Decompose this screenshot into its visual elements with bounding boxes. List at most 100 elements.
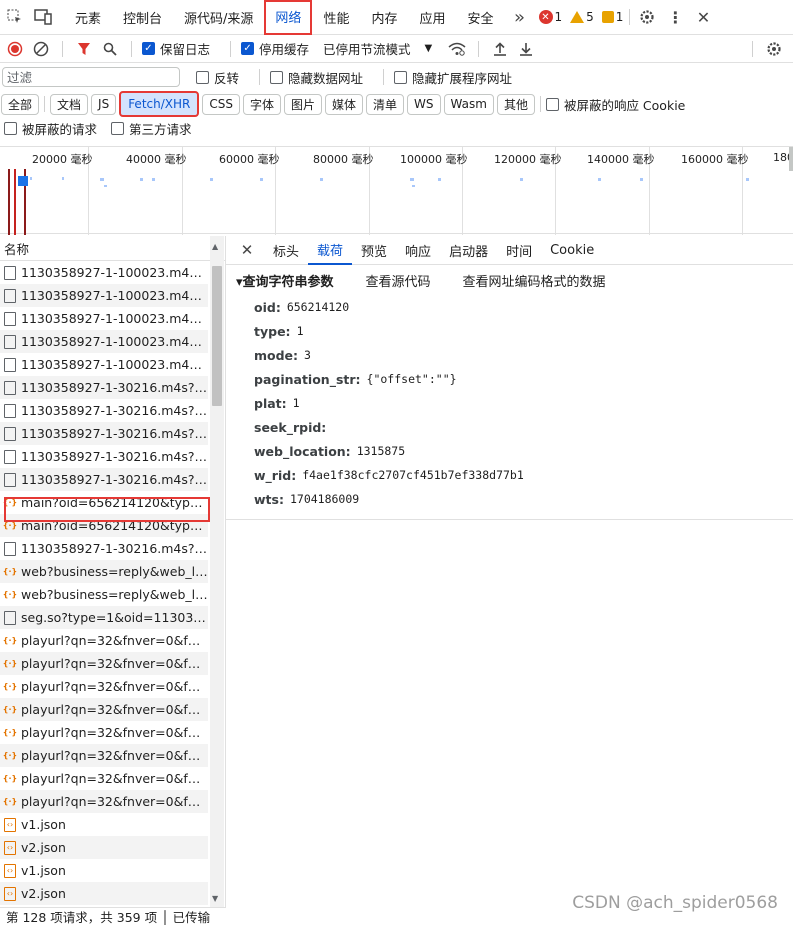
more-tabs-icon[interactable]: »: [509, 6, 531, 28]
scrollbar-thumb[interactable]: [212, 266, 222, 406]
network-settings-gear-icon[interactable]: [763, 38, 785, 60]
device-toolbar-icon[interactable]: [32, 6, 54, 28]
request-row[interactable]: seg.so?type=1&oid=1130358...: [0, 606, 208, 629]
tab-security[interactable]: 安全: [456, 0, 504, 35]
query-string-params-toggle[interactable]: ▾查询字符串参数: [236, 271, 334, 290]
view-source-link[interactable]: 查看源代码: [366, 271, 431, 290]
type-wasm-button[interactable]: Wasm: [443, 93, 494, 115]
import-har-icon[interactable]: [489, 38, 511, 60]
request-row[interactable]: ‹› v1.json: [0, 859, 208, 882]
view-url-encoded-link[interactable]: 查看网址编码格式的数据: [463, 271, 606, 290]
document-icon: [4, 288, 16, 303]
close-devtools-icon[interactable]: ✕: [692, 6, 714, 28]
request-row[interactable]: {·} playurl?qn=32&fnver=0&fnv...: [0, 744, 208, 767]
request-row[interactable]: 1130358927-1-30216.m4s?e=...: [0, 422, 208, 445]
network-overview-timeline[interactable]: 20000 毫秒 40000 毫秒 60000 毫秒 80000 毫秒 1000…: [0, 146, 793, 235]
type-js-button[interactable]: JS: [91, 93, 117, 115]
request-row[interactable]: {·} playurl?qn=32&fnver=0&fnv...: [0, 675, 208, 698]
request-row[interactable]: ‹› v1.json: [0, 813, 208, 836]
network-conditions-wifi-icon[interactable]: [446, 38, 468, 60]
tab-performance[interactable]: 性能: [312, 0, 360, 35]
request-row[interactable]: 1130358927-1-100023.m4s?e...: [0, 353, 208, 376]
type-img-button[interactable]: 图片: [284, 93, 323, 115]
export-har-icon[interactable]: [515, 38, 537, 60]
search-icon[interactable]: [99, 38, 121, 60]
stop-recording-icon[interactable]: [4, 38, 26, 60]
request-row[interactable]: {·} playurl?qn=32&fnver=0&fnv...: [0, 698, 208, 721]
request-row[interactable]: ‹› v2.json: [0, 882, 208, 905]
request-row[interactable]: 1130358927-1-30216.m4s?ag...: [0, 468, 208, 491]
timeline-scroll-handle[interactable]: [789, 147, 793, 171]
tab-headers[interactable]: 标头: [264, 236, 308, 265]
invert-checkbox[interactable]: 反转: [196, 68, 239, 87]
request-row[interactable]: 1130358927-1-30216.m4s?ag...: [0, 445, 208, 468]
request-list-pane: 名称 1130358927-1-100023.m4s?e... 113035892…: [0, 236, 226, 907]
warning-count-badge[interactable]: 5: [570, 10, 594, 24]
request-name: 1130358927-1-30216.m4s?e=...: [21, 403, 208, 418]
tab-elements[interactable]: 元素: [64, 0, 112, 35]
request-row[interactable]: {·} playurl?qn=32&fnver=0&fnv...: [0, 721, 208, 744]
request-list-scrollbar[interactable]: ▲ ▼: [210, 236, 224, 907]
request-row[interactable]: {·} main?oid=656214120&type=...: [0, 491, 208, 514]
column-header-name[interactable]: 名称: [0, 236, 225, 261]
request-bar: [320, 178, 323, 181]
type-other-button[interactable]: 其他: [496, 93, 535, 115]
tab-network[interactable]: 网络: [264, 0, 313, 35]
tab-sources[interactable]: 源代码/来源: [173, 0, 264, 35]
request-row[interactable]: ‹› v2.json: [0, 836, 208, 859]
scroll-up-arrow-icon[interactable]: ▲: [212, 242, 218, 251]
request-row[interactable]: 1130358927-1-100023.m4s?e...: [0, 307, 208, 330]
tab-payload[interactable]: 载荷: [308, 236, 353, 265]
throttling-select[interactable]: 已停用节流模式 ▼: [323, 39, 432, 58]
type-manifest-button[interactable]: 清单: [366, 93, 405, 115]
kebab-menu-icon[interactable]: ⋮: [664, 6, 686, 28]
tab-cookies[interactable]: Cookie: [541, 236, 603, 265]
tab-timing[interactable]: 时间: [497, 236, 541, 265]
hide-data-urls-checkbox[interactable]: 隐藏数据网址: [270, 68, 363, 87]
third-party-requests-checkbox[interactable]: 第三方请求: [111, 119, 192, 138]
document-icon: [4, 426, 16, 441]
request-row[interactable]: 1130358927-1-30216.m4s?e=...: [0, 399, 208, 422]
tab-application[interactable]: 应用: [408, 0, 456, 35]
type-css-button[interactable]: CSS: [202, 93, 240, 115]
type-all-button[interactable]: 全部: [1, 93, 40, 115]
request-row[interactable]: {·} playurl?qn=32&fnver=0&fnv...: [0, 629, 208, 652]
request-row[interactable]: 1130358927-1-100023.m4s?e...: [0, 284, 208, 307]
type-doc-button[interactable]: 文档: [50, 93, 89, 115]
type-media-button[interactable]: 媒体: [325, 93, 364, 115]
scroll-down-arrow-icon[interactable]: ▼: [212, 894, 218, 903]
request-row[interactable]: {·} playurl?qn=32&fnver=0&fnv...: [0, 652, 208, 675]
preserve-log-checkbox[interactable]: ✓ 保留日志: [142, 39, 210, 58]
type-ws-button[interactable]: WS: [407, 93, 441, 115]
tab-memory[interactable]: 内存: [360, 0, 408, 35]
request-row[interactable]: {·} web?business=reply&web_lo...: [0, 560, 208, 583]
tab-response[interactable]: 响应: [396, 236, 440, 265]
settings-gear-icon[interactable]: [636, 6, 658, 28]
filter-input[interactable]: [2, 67, 180, 87]
request-row[interactable]: {·} playurl?qn=32&fnver=0&fnv...: [0, 790, 208, 813]
request-row[interactable]: {·} main?oid=656214120&type=...: [0, 514, 208, 537]
hide-extension-urls-checkbox[interactable]: 隐藏扩展程序网址: [394, 68, 512, 87]
request-row[interactable]: {·} web?business=reply&web_lo...: [0, 583, 208, 606]
error-count-badge[interactable]: ✕ 1: [538, 10, 562, 24]
tab-preview[interactable]: 预览: [352, 236, 396, 265]
type-font-button[interactable]: 字体: [242, 93, 281, 115]
filter-funnel-icon[interactable]: [73, 38, 95, 60]
request-row[interactable]: 1130358927-1-30216.m4s?e=...: [0, 537, 208, 560]
info-count-badge[interactable]: 1: [601, 10, 623, 24]
inspect-element-icon[interactable]: [4, 6, 26, 28]
request-row[interactable]: 1130358927-1-100023.m4s?e...: [0, 330, 208, 353]
blocked-requests-checkbox[interactable]: 被屏蔽的请求: [4, 119, 97, 138]
tab-initiator[interactable]: 启动器: [440, 236, 497, 265]
tab-console[interactable]: 控制台: [112, 0, 173, 35]
disable-cache-checkbox[interactable]: ✓ 停用缓存: [241, 39, 309, 58]
close-detail-icon[interactable]: ✕: [236, 239, 258, 261]
request-row[interactable]: 1130358927-1-30216.m4s?ag...: [0, 376, 208, 399]
request-row[interactable]: 1130358927-1-100023.m4s?e...: [0, 261, 208, 284]
clear-log-icon[interactable]: [30, 38, 52, 60]
checkmark-icon: ✓: [241, 42, 255, 55]
request-row[interactable]: {·} playurl?qn=32&fnver=0&fnv...: [0, 767, 208, 790]
param-value: {"offset":""}: [366, 372, 457, 386]
type-fetch-xhr-button[interactable]: Fetch/XHR: [119, 91, 200, 117]
blocked-response-cookies-checkbox[interactable]: 被屏蔽的响应 Cookie: [545, 95, 685, 114]
